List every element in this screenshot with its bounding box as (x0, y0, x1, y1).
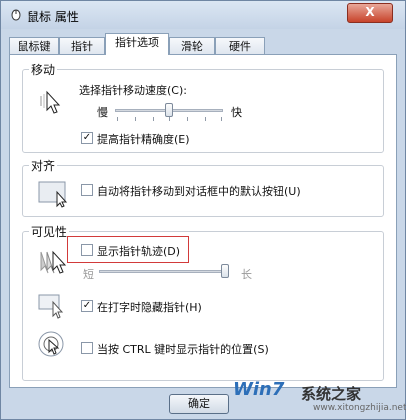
snap-checkbox[interactable] (81, 184, 93, 196)
ctrl-checkbox[interactable] (81, 342, 93, 354)
snap-group: 对齐 自动将指针移动到对话框中的默认按钮(U) (22, 157, 384, 217)
tab-pointer-options[interactable]: 指针选项 (105, 33, 169, 55)
speed-label: 选择指针移动速度(C): (79, 84, 187, 97)
ok-button[interactable]: 确定 (169, 394, 229, 414)
mouse-icon (11, 9, 21, 21)
motion-group: 移动 选择指针移动速度(C): 慢 快 ✓ 提高指针精确度(E) (22, 61, 384, 153)
speed-tick (205, 117, 206, 121)
title-bar: 鼠标 属性 X (1, 1, 405, 29)
close-button[interactable]: X (347, 3, 393, 23)
speed-tick (117, 117, 118, 121)
speed-tick (221, 117, 222, 121)
pointer-options-panel: 移动 选择指针移动速度(C): 慢 快 ✓ 提高指针精确度(E) 对齐 自动将指… (9, 54, 397, 388)
watermark-url: www.xitongzhijia.net (313, 403, 406, 413)
hide-pointer-icon (38, 294, 64, 319)
watermark-win7: Win7 (233, 379, 285, 400)
motion-group-label: 移动 (29, 61, 58, 78)
red-highlight-box (67, 236, 189, 263)
ctrl-label: 当按 CTRL 键时显示指针的位置(S) (97, 343, 269, 356)
snap-label: 自动将指针移动到对话框中的默认按钮(U) (97, 185, 301, 198)
hide-checkbox[interactable]: ✓ (81, 300, 93, 312)
precision-checkbox[interactable]: ✓ (81, 132, 93, 144)
speed-tick (187, 117, 188, 121)
trails-slider-thumb[interactable] (221, 264, 229, 278)
trails-long-label: 长 (241, 268, 252, 281)
speed-slow-label: 慢 (97, 106, 108, 119)
locate-pointer-icon (38, 331, 64, 357)
precision-label: 提高指针精确度(E) (97, 133, 190, 146)
speed-tick (153, 117, 154, 121)
snap-group-label: 对齐 (29, 157, 58, 174)
trails-pointer-icon (40, 250, 67, 274)
speed-slider-thumb[interactable] (165, 103, 173, 117)
speed-tick (135, 117, 136, 121)
tab-pointers[interactable]: 指针 (59, 37, 105, 54)
speed-fast-label: 快 (231, 106, 242, 119)
visibility-group-label: 可见性 (29, 223, 70, 240)
snap-pointer-icon (38, 181, 68, 208)
tab-buttons[interactable]: 鼠标键 (9, 37, 59, 54)
hide-label: 在打字时隐藏指针(H) (97, 301, 202, 314)
window-title: 鼠标 属性 (27, 10, 79, 24)
tab-wheel[interactable]: 滑轮 (169, 37, 215, 54)
trails-short-label: 短 (83, 268, 94, 281)
trails-slider-track[interactable] (99, 270, 223, 273)
mouse-properties-window: 鼠标 属性 X 鼠标键 指针 指针选项 滑轮 硬件 移动 选择指针移动速度(C)… (0, 0, 406, 420)
tab-hardware[interactable]: 硬件 (215, 37, 265, 54)
motion-pointer-icon (40, 90, 61, 114)
speed-tick (169, 117, 170, 121)
watermark-brand: 系统之家 (301, 385, 362, 403)
